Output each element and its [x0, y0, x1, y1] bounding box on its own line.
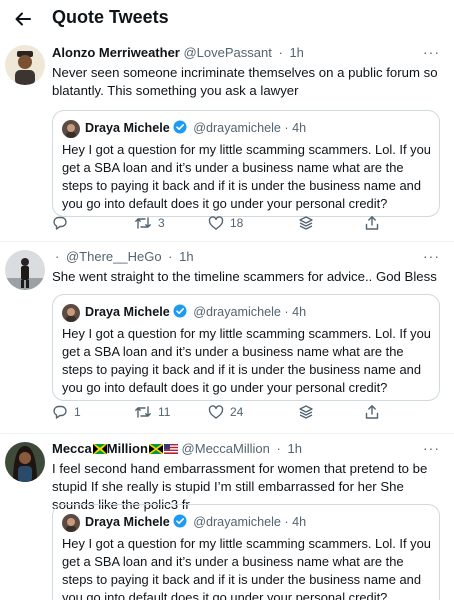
more-options-button[interactable]: ···	[423, 440, 440, 456]
quoted-tweet[interactable]: Draya Michele @drayamichele · 4h Hey I g…	[52, 294, 440, 401]
avatar	[62, 514, 80, 532]
quoted-text: Hey I got a question for my little scamm…	[62, 536, 431, 600]
separator-dot: ·	[276, 441, 281, 456]
timestamp[interactable]: 1h	[289, 45, 303, 60]
author-name[interactable]: Mecca Million	[52, 441, 178, 456]
reply-count: 1	[74, 405, 81, 419]
flag-us-icon	[163, 441, 178, 456]
like-button[interactable]: 18	[208, 213, 243, 233]
heart-icon	[208, 405, 224, 419]
retweet-button[interactable]: 3	[134, 213, 165, 233]
avatar	[62, 304, 80, 322]
reply-button[interactable]	[52, 213, 74, 233]
tweet[interactable]: Mecca Million @MeccaMillion · 1h ··· I fe…	[0, 434, 454, 600]
separator-dot: ·	[168, 249, 173, 264]
reply-button[interactable]: 1	[52, 402, 81, 422]
quoted-author-handle: @drayamichele	[193, 305, 281, 319]
tweet-header: · @There__HeGo · 1h	[52, 249, 194, 264]
quoted-timestamp: 4h	[292, 305, 307, 319]
retweet-icon	[135, 217, 151, 229]
like-count: 24	[230, 405, 244, 419]
arrow-left-icon	[15, 12, 31, 26]
reply-icon	[53, 216, 67, 230]
author-name-part: Mecca	[52, 441, 92, 456]
verified-badge-icon	[173, 514, 187, 531]
quoted-text: Hey I got a question for my little scamm…	[62, 142, 431, 211]
timestamp[interactable]: 1h	[287, 441, 301, 456]
flag-jamaica-icon	[148, 441, 163, 456]
quoted-header: Draya Michele @drayamichele · 4h	[85, 514, 306, 531]
tweet[interactable]: · @There__HeGo · 1h ··· She went straigh…	[0, 242, 454, 434]
quoted-tweet[interactable]: Draya Michele @drayamichele · 4h Hey I g…	[52, 110, 440, 217]
quoted-timestamp: 4h	[292, 515, 307, 529]
retweet-button[interactable]: 11	[134, 402, 170, 422]
quoted-author-name: Draya Michele	[85, 121, 170, 135]
separator-dot: ·	[278, 45, 283, 60]
tweet-text: Never seen someone incriminate themselve…	[52, 65, 442, 98]
avatar	[62, 120, 80, 138]
retweet-count: 11	[158, 405, 171, 419]
quoted-header: Draya Michele @drayamichele · 4h	[85, 120, 306, 137]
quoted-tweet[interactable]: Draya Michele @drayamichele · 4h Hey I g…	[52, 504, 440, 600]
tweet-header: Mecca Million @MeccaMillion · 1h	[52, 441, 302, 456]
author-handle[interactable]: @LovePassant	[183, 45, 271, 60]
tweet-actions: 1 11 24	[52, 402, 392, 422]
tweet-header: Alonzo Merriweather @LovePassant · 1h	[52, 45, 304, 60]
timestamp[interactable]: 1h	[179, 249, 193, 264]
verified-badge-icon	[173, 304, 187, 321]
layers-icon	[299, 405, 313, 419]
quoted-header: Draya Michele @drayamichele · 4h	[85, 304, 306, 321]
separator-dot: ·	[55, 249, 60, 264]
share-icon	[365, 216, 379, 230]
back-button[interactable]	[10, 6, 36, 32]
quoted-author-name: Draya Michele	[85, 305, 170, 319]
tweet-actions: 3 18	[52, 213, 392, 233]
heart-icon	[208, 216, 224, 230]
stack-button[interactable]	[298, 402, 314, 422]
quoted-author-handle: @drayamichele	[193, 121, 281, 135]
reply-icon	[53, 405, 67, 419]
author-handle[interactable]: @There__HeGo	[66, 249, 162, 264]
retweet-icon	[135, 406, 151, 418]
avatar[interactable]	[5, 45, 45, 85]
quoted-text: Hey I got a question for my little scamm…	[62, 326, 431, 395]
avatar[interactable]	[5, 250, 45, 290]
tweet-text: She went straight to the timeline scamme…	[52, 269, 437, 284]
layers-icon	[299, 216, 313, 230]
verified-badge-icon	[173, 120, 187, 137]
quoted-author-handle: @drayamichele	[193, 515, 281, 529]
separator-dot: ·	[284, 121, 289, 135]
avatar[interactable]	[5, 442, 45, 482]
share-button[interactable]	[364, 402, 380, 422]
page-title: Quote Tweets	[52, 7, 169, 27]
author-name-part: Million	[106, 441, 148, 456]
author-handle[interactable]: @MeccaMillion	[182, 441, 270, 456]
more-options-button[interactable]: ···	[423, 248, 440, 264]
like-count: 18	[230, 216, 244, 230]
like-button[interactable]: 24	[208, 402, 243, 422]
tweet[interactable]: Alonzo Merriweather @LovePassant · 1h ··…	[0, 38, 454, 242]
author-name[interactable]: Alonzo Merriweather	[52, 45, 180, 60]
quoted-author-name: Draya Michele	[85, 515, 170, 529]
stack-button[interactable]	[298, 213, 314, 233]
retweet-count: 3	[158, 216, 165, 230]
quoted-timestamp: 4h	[292, 121, 307, 135]
separator-dot: ·	[284, 515, 289, 529]
flag-jamaica-icon	[92, 441, 107, 456]
share-button[interactable]	[364, 213, 380, 233]
share-icon	[365, 405, 379, 419]
separator-dot: ·	[284, 305, 289, 319]
more-options-button[interactable]: ···	[423, 44, 440, 60]
top-bar: Quote Tweets	[0, 0, 454, 38]
